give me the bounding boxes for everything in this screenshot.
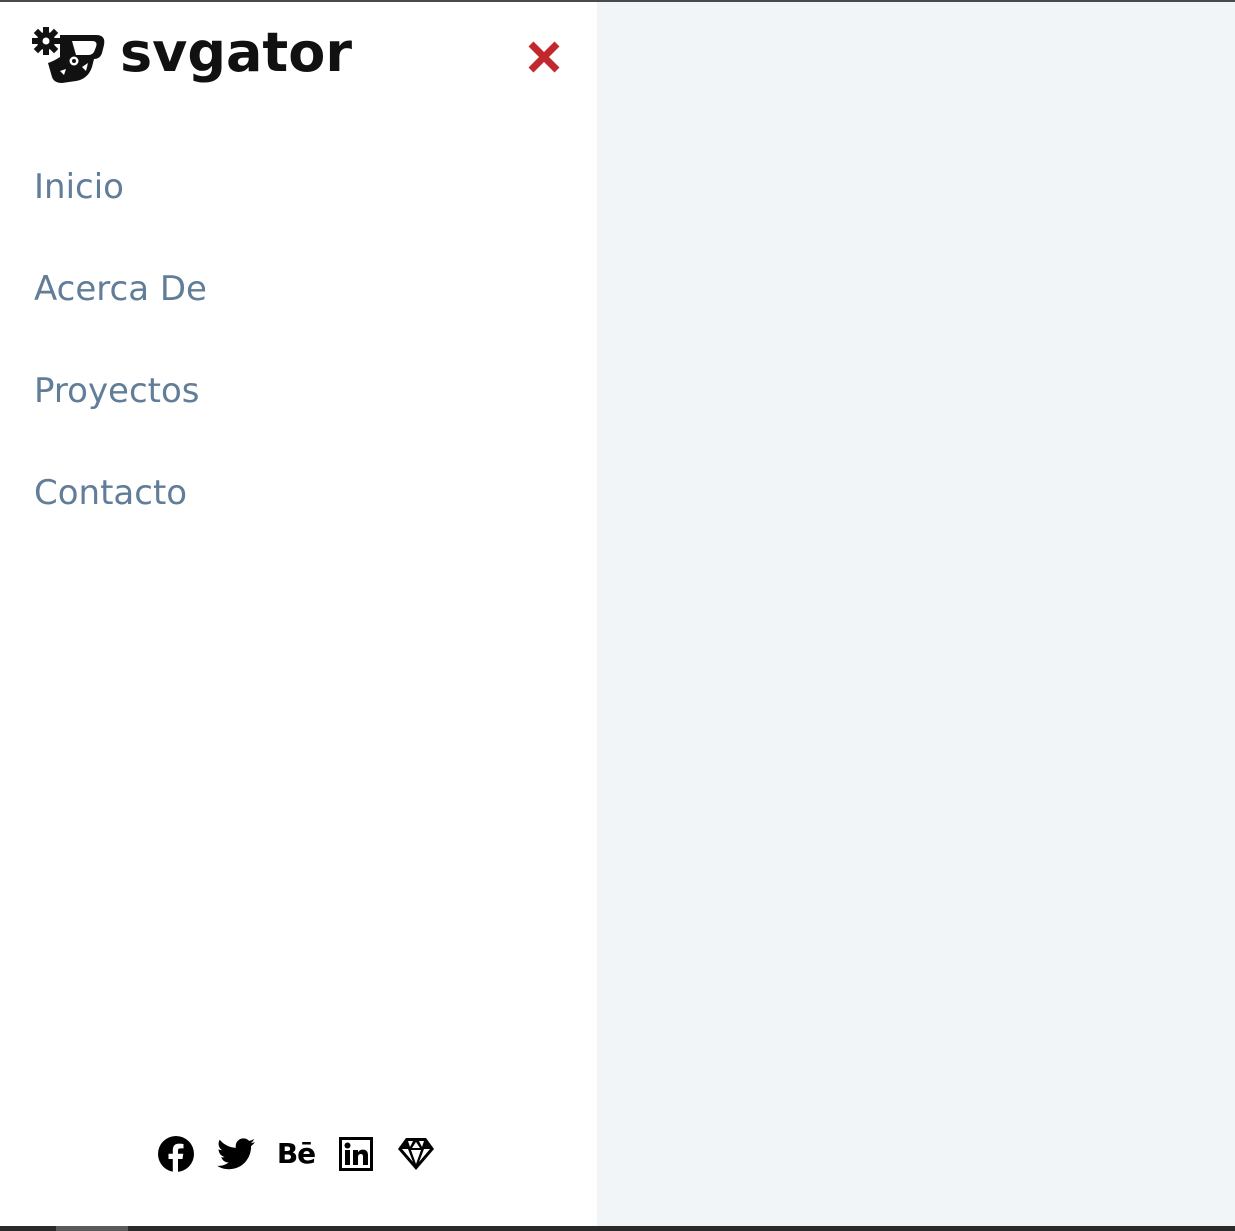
nav-item-contacto: Contacto	[34, 468, 207, 570]
nav-item-inicio: Inicio	[34, 162, 207, 264]
app-window: svgator Inicio Acerca De Proyectos Conta…	[0, 0, 1235, 1231]
social-links: Bē	[156, 1134, 436, 1174]
linkedin-link[interactable]	[336, 1134, 376, 1174]
scrollbar-thumb[interactable]	[56, 1226, 128, 1231]
sketch-icon	[398, 1138, 434, 1170]
nav-item-proyectos: Proyectos	[34, 366, 207, 468]
brand-name: svgator	[120, 21, 352, 84]
sidebar-drawer: svgator Inicio Acerca De Proyectos Conta…	[0, 2, 597, 1226]
linkedin-icon	[339, 1137, 373, 1171]
main-nav: Inicio Acerca De Proyectos Contacto	[34, 162, 207, 570]
twitter-icon	[217, 1138, 255, 1170]
nav-link-inicio[interactable]: Inicio	[34, 162, 124, 212]
close-icon	[528, 41, 560, 73]
sketch-link[interactable]	[396, 1134, 436, 1174]
nav-link-contacto[interactable]: Contacto	[34, 468, 187, 518]
nav-link-acerca-de[interactable]: Acerca De	[34, 264, 207, 314]
behance-icon: Bē	[276, 1137, 316, 1170]
facebook-link[interactable]	[156, 1134, 196, 1174]
nav-item-acerca-de: Acerca De	[34, 264, 207, 366]
facebook-icon	[158, 1136, 194, 1173]
horizontal-scrollbar[interactable]	[0, 1226, 1235, 1231]
twitter-link[interactable]	[216, 1134, 256, 1174]
close-button[interactable]	[525, 38, 563, 76]
brand-logo[interactable]: svgator	[32, 21, 352, 90]
nav-link-proyectos[interactable]: Proyectos	[34, 366, 200, 416]
gator-gear-icon	[32, 27, 105, 83]
behance-link[interactable]: Bē	[276, 1134, 316, 1174]
